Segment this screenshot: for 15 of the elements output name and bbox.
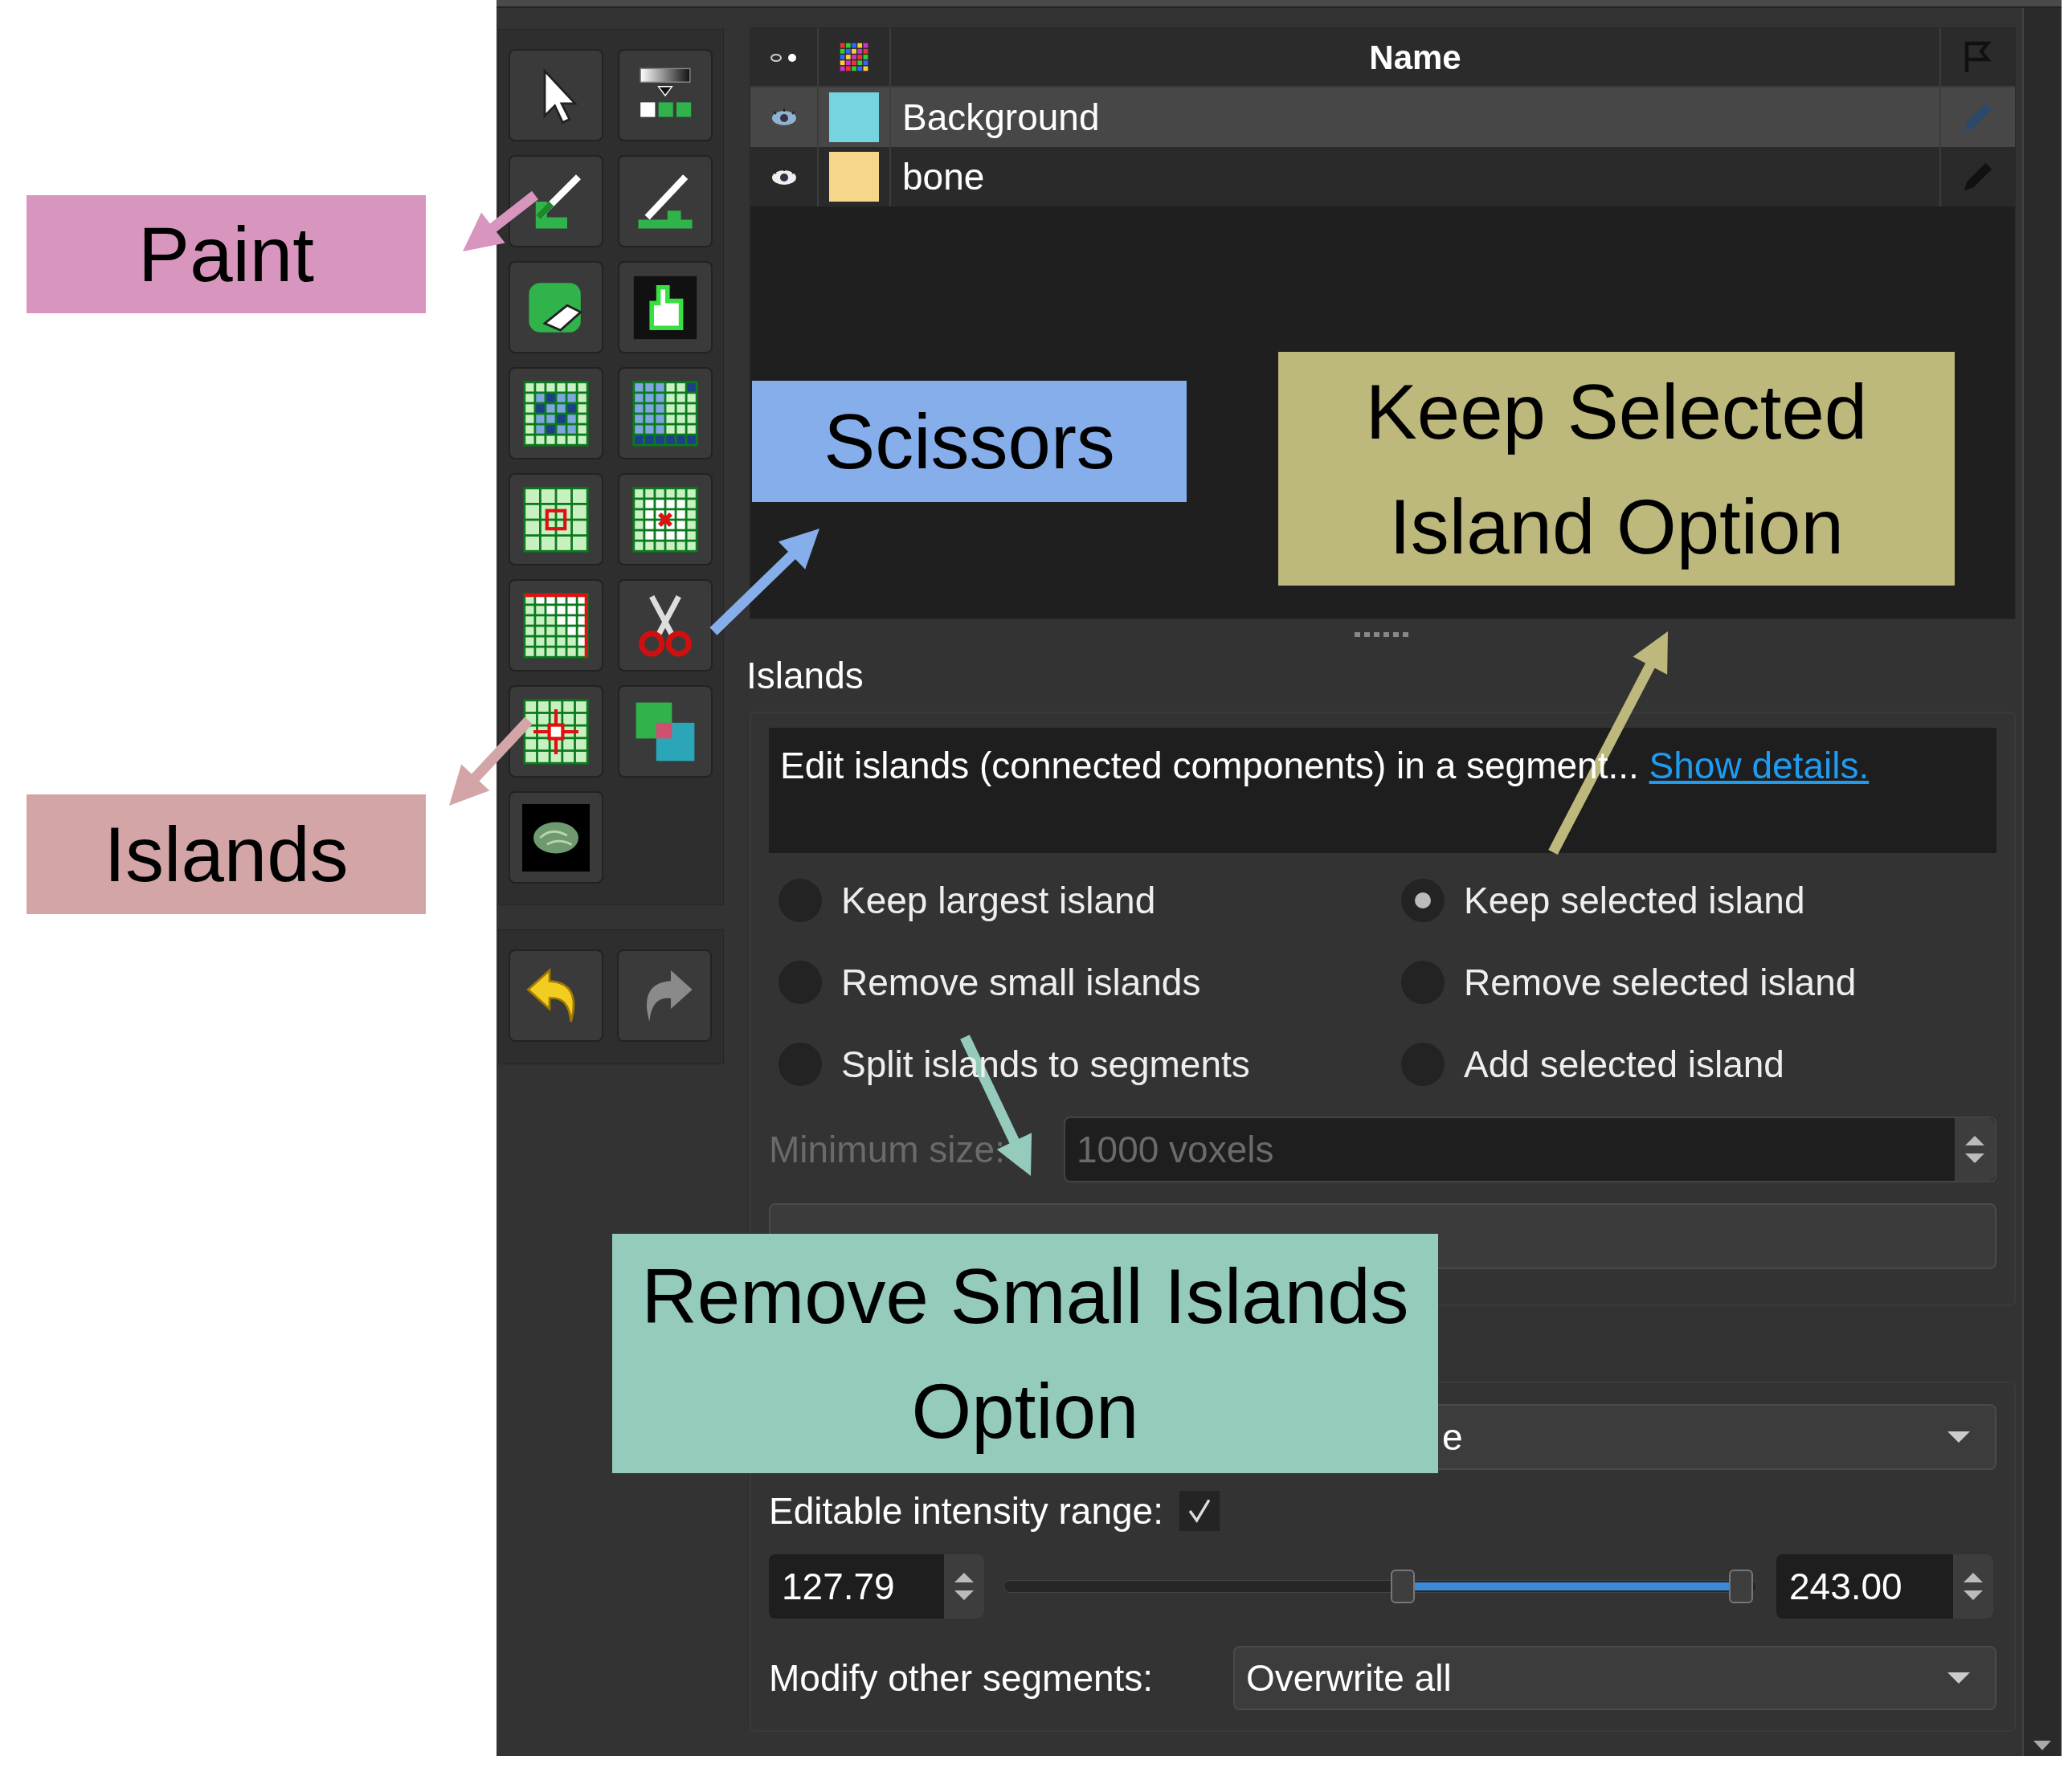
field-label: Editable intensity range:	[769, 1488, 1163, 1533]
callout-tooltip: Paint	[27, 195, 426, 313]
option-label: Remove selected island	[1464, 960, 1857, 1005]
callout-tooltip: Keep Selected Island Option	[1278, 352, 1955, 586]
segment-name: Background	[901, 95, 1101, 140]
option-label: Remove small islands	[841, 960, 1201, 1005]
segment-name: bone	[901, 154, 986, 199]
option-label: Keep largest island	[841, 878, 1156, 923]
callout-tooltip: Remove Small Islands Option	[612, 1234, 1438, 1473]
option-label: Keep selected island	[1464, 878, 1805, 923]
callout-tooltip: Scissors	[752, 381, 1187, 502]
callout-tooltip: Islands	[27, 794, 426, 914]
section-title: Islands	[746, 655, 864, 696]
field-label: Modify other segments:	[769, 1656, 1155, 1700]
option-label: Add selected island	[1464, 1042, 1784, 1087]
